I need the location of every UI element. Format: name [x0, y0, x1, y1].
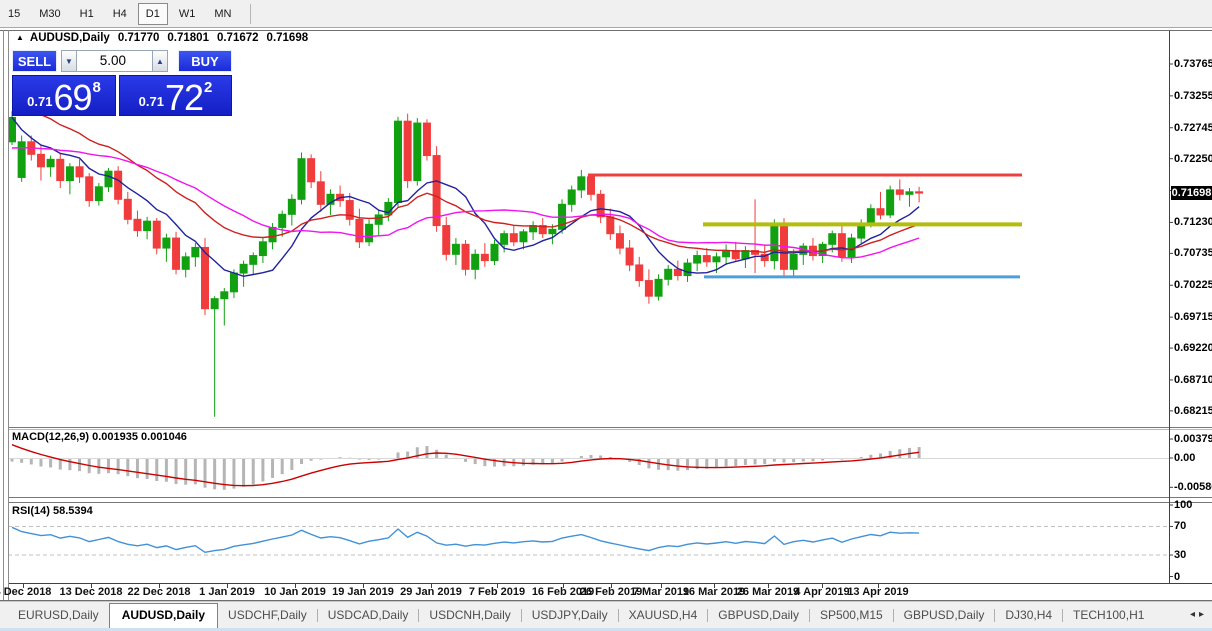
sell-price-pip-digit: 8 — [92, 79, 101, 96]
rsi-indicator-label: RSI(14) 58.5394 — [12, 505, 93, 517]
ohlc-high: 0.71801 — [167, 32, 209, 44]
date-axis-label: 13 Apr 2019 — [847, 586, 909, 598]
volume-input[interactable]: 5.00 — [76, 50, 153, 72]
price-axis-label: 0.73765 — [1174, 58, 1212, 70]
chart-tab-USDJPY-Daily[interactable]: USDJPY,Daily — [522, 604, 618, 626]
macd-axis-label: 0.00 — [1174, 452, 1196, 464]
price-axis-label: 0.71230 — [1174, 216, 1212, 229]
price-axis-label: 0.68215 — [1174, 404, 1212, 417]
macd-axis-label: -0.005864 — [1174, 481, 1212, 494]
rsi-value: 58.5394 — [52, 505, 93, 517]
sell-button[interactable]: SELL — [12, 50, 57, 72]
chart-tab-SP500-M15[interactable]: SP500,M15 — [810, 604, 893, 626]
price-axis-label: 0.68710 — [1174, 373, 1212, 386]
chart-tab-USDCHF-Daily[interactable]: USDCHF,Daily — [218, 604, 317, 626]
chart-tab-bar: EURUSD,Daily AUDUSD,Daily USDCHF,Daily USDC… — [0, 601, 1212, 628]
chart-tab-GBPUSD-Daily[interactable]: GBPUSD,Daily — [894, 604, 995, 626]
chart-frame-left-outer — [3, 30, 4, 600]
chart-tab-AUDUSD-Daily[interactable]: AUDUSD,Daily — [108, 602, 219, 628]
chart-title: ▲ AUDUSD,Daily 0.71770 0.71801 0.71672 0… — [16, 32, 308, 44]
chart-tab-TECH100-H1[interactable]: TECH100,H1 — [1063, 604, 1154, 626]
ohlc-open: 0.71770 — [117, 32, 160, 44]
price-axis-label: 0.70735 — [1174, 247, 1212, 260]
tab-scroll-right-icon[interactable]: ▸ — [1199, 609, 1208, 620]
volume-increase-button[interactable]: ▲ — [152, 50, 168, 72]
price-axis-label: 0.72250 — [1174, 152, 1212, 165]
chart-tab-USDCAD-Daily[interactable]: USDCAD,Daily — [318, 604, 419, 626]
chart-frame-top — [0, 30, 1212, 31]
price-axis-label: 0.73255 — [1174, 89, 1212, 102]
buy-price-button[interactable]: 0.71 72 2 — [119, 75, 232, 116]
current-price-badge: 0.71698 — [1171, 186, 1212, 201]
rsi-axis-label: 0 — [1174, 570, 1181, 583]
buy-price-fraction: 0.71 — [138, 94, 164, 109]
macd-value-signal: 0.001046 — [141, 431, 187, 443]
volume-decrease-button[interactable]: ▼ — [61, 50, 77, 72]
tab-scroll-arrows: ◂▸ — [1190, 609, 1208, 620]
one-click-trading-panel: SELL ▼ 5.00 ▲ BUY 0.71 69 8 0.71 72 2 — [12, 50, 232, 116]
chart-tab-GBPUSD-Daily[interactable]: GBPUSD,Daily — [708, 604, 809, 626]
chevron-up-icon: ▲ — [156, 56, 164, 66]
chart-frame-left-inner — [8, 30, 9, 600]
price-axis-label: 0.69715 — [1174, 311, 1212, 324]
ohlc-low: 0.71672 — [216, 32, 259, 44]
macd-value-main: 0.001935 — [92, 431, 138, 443]
one-click-panel-toggle-icon[interactable]: ▲ — [16, 33, 24, 42]
rsi-axis-label: 70 — [1174, 520, 1187, 533]
buy-price-pip-digit: 2 — [204, 79, 213, 96]
rsi-axis-label: 30 — [1174, 549, 1187, 562]
buy-price-big-digits: 72 — [164, 77, 204, 118]
chart-tab-EURUSD-Daily[interactable]: EURUSD,Daily — [8, 604, 109, 626]
rsi-axis-label: 100 — [1174, 499, 1193, 511]
price-axis-label: 0.69220 — [1174, 342, 1212, 355]
macd-histogram — [10, 446, 921, 490]
candlestick-series — [8, 111, 924, 417]
chart-symbol-label: AUDUSD,Daily — [29, 32, 110, 44]
tab-scroll-left-icon[interactable]: ◂ — [1190, 609, 1199, 620]
sell-price-fraction: 0.71 — [27, 94, 53, 109]
ohlc-close: 0.71698 — [266, 32, 309, 44]
macd-indicator-label: MACD(12,26,9) 0.001935 0.001046 — [12, 431, 187, 443]
buy-button[interactable]: BUY — [178, 50, 232, 72]
price-axis-label: 0.70225 — [1174, 279, 1212, 292]
chart-tab-USDCNH-Daily[interactable]: USDCNH,Daily — [419, 604, 520, 626]
macd-axis-label: 0.003793 — [1174, 433, 1212, 446]
chart-tab-DJ30-H4[interactable]: DJ30,H4 — [995, 604, 1062, 626]
price-axis-label: 0.72745 — [1174, 121, 1212, 134]
sell-price-button[interactable]: 0.71 69 8 — [12, 75, 116, 116]
rsi-line — [11, 526, 920, 554]
chart-tab-XAUUSD-H4[interactable]: XAUUSD,H4 — [619, 604, 708, 626]
chevron-down-icon: ▼ — [65, 56, 73, 66]
sell-price-big-digits: 69 — [53, 77, 92, 118]
